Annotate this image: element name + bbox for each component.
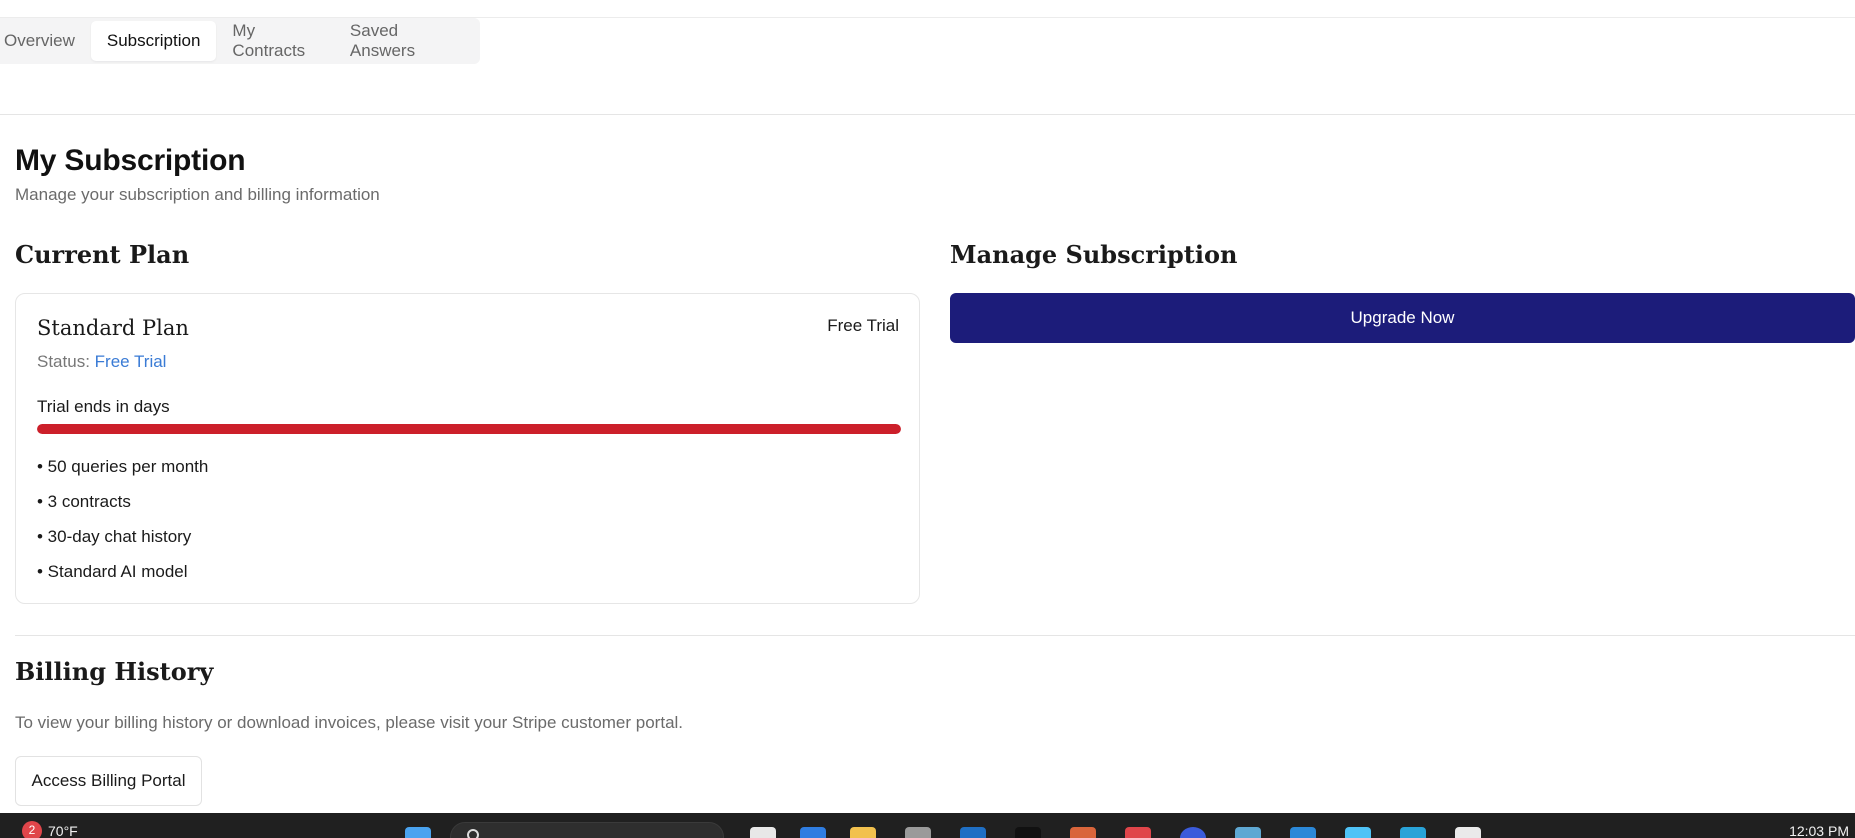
tab-saved-answers[interactable]: Saved Answers bbox=[346, 21, 468, 61]
feature-item: • 3 contracts bbox=[37, 492, 131, 511]
app-icon[interactable] bbox=[1070, 827, 1096, 838]
access-billing-portal-button[interactable]: Access Billing Portal bbox=[15, 756, 202, 806]
header-divider bbox=[0, 114, 1855, 115]
app-icon[interactable] bbox=[1400, 827, 1426, 838]
feature-item: • 50 queries per month bbox=[37, 457, 209, 476]
trial-progress-fill bbox=[37, 424, 901, 434]
plan-name: Standard Plan bbox=[37, 316, 189, 340]
status-label: Status: bbox=[37, 352, 90, 371]
calculator-icon[interactable] bbox=[1235, 827, 1261, 838]
notification-badge[interactable]: 2 bbox=[22, 821, 42, 838]
app-icon[interactable] bbox=[1345, 827, 1371, 838]
windows-start-icon[interactable] bbox=[405, 827, 431, 838]
file-explorer-icon[interactable] bbox=[850, 827, 876, 838]
os-taskbar: 2 70°F 12:03 PM bbox=[0, 813, 1855, 838]
status-value: Free Trial bbox=[94, 352, 167, 371]
tab-subscription[interactable]: Subscription bbox=[90, 21, 217, 61]
app-icon[interactable] bbox=[1455, 827, 1481, 838]
app-icon[interactable] bbox=[1015, 827, 1041, 838]
brave-browser-icon[interactable] bbox=[1125, 827, 1151, 838]
feature-item: • Standard AI model bbox=[37, 562, 188, 581]
page-subtitle: Manage your subscription and billing inf… bbox=[15, 185, 380, 204]
edge-browser-icon[interactable] bbox=[800, 827, 826, 838]
tab-overview[interactable]: Overview bbox=[0, 21, 79, 61]
feature-item: • 30-day chat history bbox=[37, 527, 192, 546]
page-title: My Subscription bbox=[15, 144, 246, 177]
app-icon[interactable] bbox=[750, 827, 776, 838]
search-icon bbox=[467, 829, 479, 838]
manage-subscription-heading: Manage Subscription bbox=[950, 240, 1238, 269]
billing-history-heading: Billing History bbox=[15, 657, 214, 686]
system-clock[interactable]: 12:03 PM bbox=[1789, 823, 1849, 838]
tab-bar: Overview Subscription My Contracts Saved… bbox=[0, 18, 480, 64]
current-plan-heading: Current Plan bbox=[15, 240, 190, 269]
billing-divider bbox=[15, 635, 1855, 636]
trial-progress-bar bbox=[37, 424, 901, 434]
billing-description: To view your billing history or download… bbox=[15, 713, 684, 732]
plan-badge: Free Trial bbox=[827, 316, 899, 335]
outlook-icon[interactable] bbox=[960, 827, 986, 838]
app-icon[interactable] bbox=[905, 827, 931, 838]
taskbar-search-box[interactable] bbox=[450, 822, 724, 838]
vscode-icon[interactable] bbox=[1290, 827, 1316, 838]
upgrade-now-button[interactable]: Upgrade Now bbox=[950, 293, 1855, 343]
tab-my-contracts[interactable]: My Contracts bbox=[228, 21, 333, 61]
weather-widget[interactable]: 70°F bbox=[48, 823, 78, 838]
plan-card: Standard Plan Free Trial Status: Free Tr… bbox=[15, 293, 920, 604]
feature-list: • 50 queries per month • 3 contracts • 3… bbox=[37, 456, 208, 596]
status-row: Status: Free Trial bbox=[37, 352, 166, 372]
trial-ends-text: Trial ends in days bbox=[37, 397, 170, 416]
app-icon[interactable] bbox=[1180, 827, 1206, 838]
